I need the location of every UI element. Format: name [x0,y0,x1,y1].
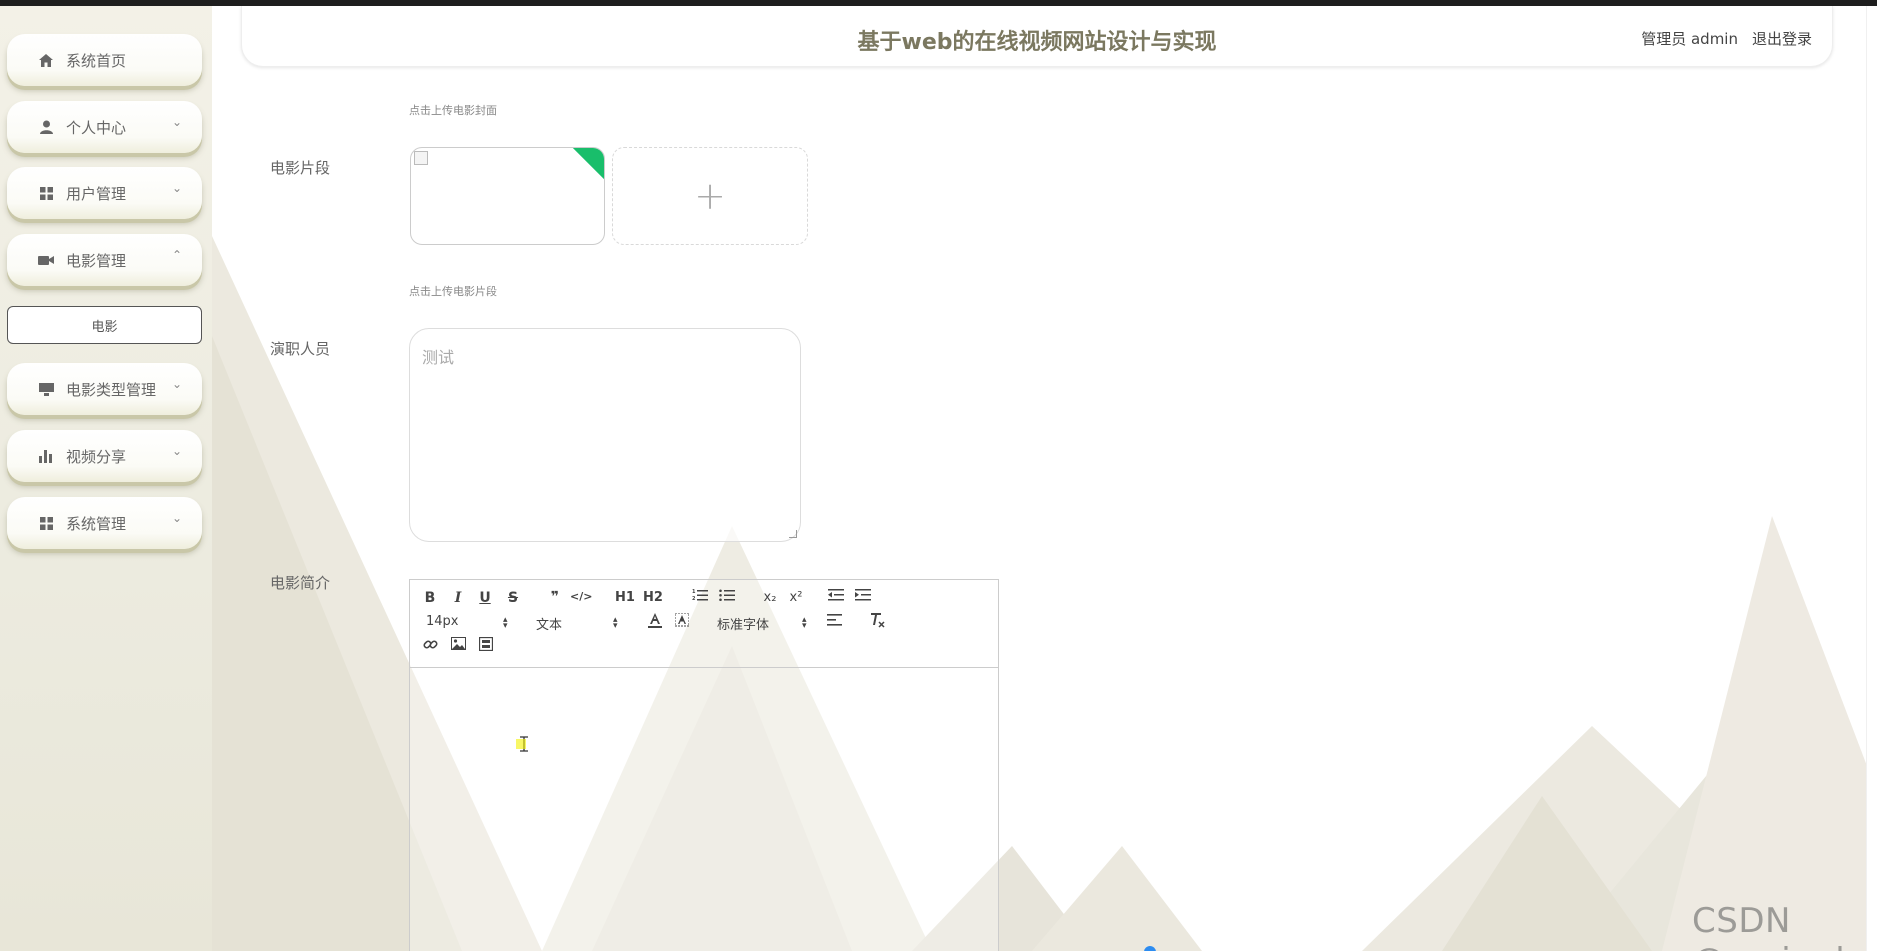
sidebar: 系统首页 个人中心 ⌄ 用户管理 ⌄ 电影管理 ⌃ 电影 电影类型管理 ⌄ 视频… [0,6,212,951]
chevron-down-icon: ⌄ [171,115,182,129]
sidebar-item-system-management[interactable]: 系统管理 ⌄ [7,497,202,549]
font-family-value: 标准字体 [717,618,770,633]
clip-label: 电影片段 [269,159,330,177]
chevron-down-icon: ⌄ [171,444,182,458]
image-icon[interactable] [448,637,468,654]
bold-button[interactable]: B [420,590,440,606]
sidebar-item-movie-type-management[interactable]: 电影类型管理 ⌄ [7,363,202,415]
submenu-item-label: 电影 [91,319,118,335]
bar-chart-icon [38,448,54,464]
uploaded-clip-thumbnail[interactable] [410,147,605,245]
main-content: 基于web的在线视频网站设计与实现 管理员 admin 退出登录 点击上传电影封… [212,6,1867,951]
strike-button[interactable]: S [503,590,523,606]
sidebar-item-user-management[interactable]: 用户管理 ⌄ [7,167,202,219]
submenu-item-movie[interactable]: 电影 [7,306,202,344]
sidebar-item-profile[interactable]: 个人中心 ⌄ [7,101,202,153]
clip-upload-hint: 点击上传电影片段 [409,285,497,298]
video-icon[interactable] [476,636,496,655]
chevron-down-icon: ⌄ [171,511,182,525]
header-select-value: 文本 [536,618,563,633]
chevron-down-icon: ⌄ [171,377,182,391]
text-cursor-icon [516,736,528,756]
underline-button[interactable]: U [475,590,495,606]
subscript-button[interactable]: x₂ [760,590,780,605]
svg-text:2: 2 [692,596,696,602]
font-color-icon[interactable] [645,613,665,632]
outdent-icon[interactable] [826,588,846,606]
watermark-text: CSDN @springboot6789 [1692,901,1867,951]
resize-grip-icon[interactable] [789,530,797,538]
header1-button[interactable]: H1 [615,590,635,605]
italic-button[interactable]: I [448,590,468,606]
align-icon[interactable] [824,613,844,631]
editor-toolbar: B I U S ❞ </> H1 H2 12 x₂ x² 14px ▴ ▾ 文本… [410,580,998,668]
sidebar-item-movie-management[interactable]: 电影管理 ⌃ [7,234,202,286]
scrollbar-track[interactable] [1866,6,1867,951]
font-size-select[interactable]: 14px ▴ ▾ [426,614,510,631]
user-icon [38,119,54,135]
cast-textarea[interactable]: 测试 [409,328,801,542]
bullet-list-icon[interactable] [717,588,737,606]
sidebar-item-label: 电影管理 [66,251,127,270]
grid-icon [38,185,54,201]
link-icon[interactable] [420,637,440,656]
sidebar-item-home[interactable]: 系统首页 [7,34,202,86]
ordered-list-icon[interactable]: 12 [690,588,710,606]
sidebar-item-label: 视频分享 [66,447,127,466]
indent-icon[interactable] [853,588,873,606]
home-icon [38,52,54,68]
cast-placeholder: 测试 [422,348,455,367]
chevron-up-icon: ⌃ [171,248,182,262]
sidebar-item-label: 系统管理 [66,514,127,533]
rich-text-editor[interactable]: B I U S ❞ </> H1 H2 12 x₂ x² 14px ▴ ▾ 文本… [409,579,999,951]
intro-label: 电影简介 [269,574,330,592]
cast-label: 演职人员 [269,340,330,358]
user-role-label: 管理员 admin [1641,30,1738,48]
site-title: 基于web的在线视频网站设计与实现 [857,30,1217,55]
sidebar-item-label: 电影类型管理 [66,380,157,399]
sidebar-item-label: 用户管理 [66,184,127,203]
chevron-down-icon: ⌄ [171,181,182,195]
blockquote-button[interactable]: ❞ [545,589,565,605]
camera-icon [38,252,54,268]
select-arrows-icon: ▴ ▾ [503,615,508,631]
select-arrows-icon: ▴ ▾ [802,615,807,631]
header-select[interactable]: 文本 ▴ ▾ [536,614,620,634]
header2-button[interactable]: H2 [643,590,663,605]
select-arrows-icon: ▴ ▾ [613,615,618,631]
scroll-position-dot [1144,946,1156,951]
svg-text:1: 1 [692,589,696,595]
logout-link[interactable]: 退出登录 [1752,28,1812,49]
superscript-button[interactable]: x² [786,590,806,605]
clear-format-icon[interactable] [867,612,887,632]
sidebar-item-label: 系统首页 [66,51,127,70]
sidebar-item-video-share[interactable]: 视频分享 ⌄ [7,430,202,482]
plus-icon: + [694,174,726,218]
font-size-value: 14px [426,614,459,629]
top-header: 基于web的在线视频网站设计与实现 管理员 admin 退出登录 [241,6,1833,67]
sidebar-item-label: 个人中心 [66,118,127,137]
broken-image-icon [414,151,428,165]
monitor-icon [38,381,54,397]
code-block-button[interactable]: </> [570,590,592,603]
clip-upload-button[interactable]: + [612,147,808,245]
upload-success-corner [572,148,604,180]
grid-icon [38,515,54,531]
font-family-select[interactable]: 标准字体 ▴ ▾ [717,614,809,634]
cover-upload-hint: 点击上传电影封面 [409,104,497,117]
background-color-icon[interactable] [672,612,692,632]
